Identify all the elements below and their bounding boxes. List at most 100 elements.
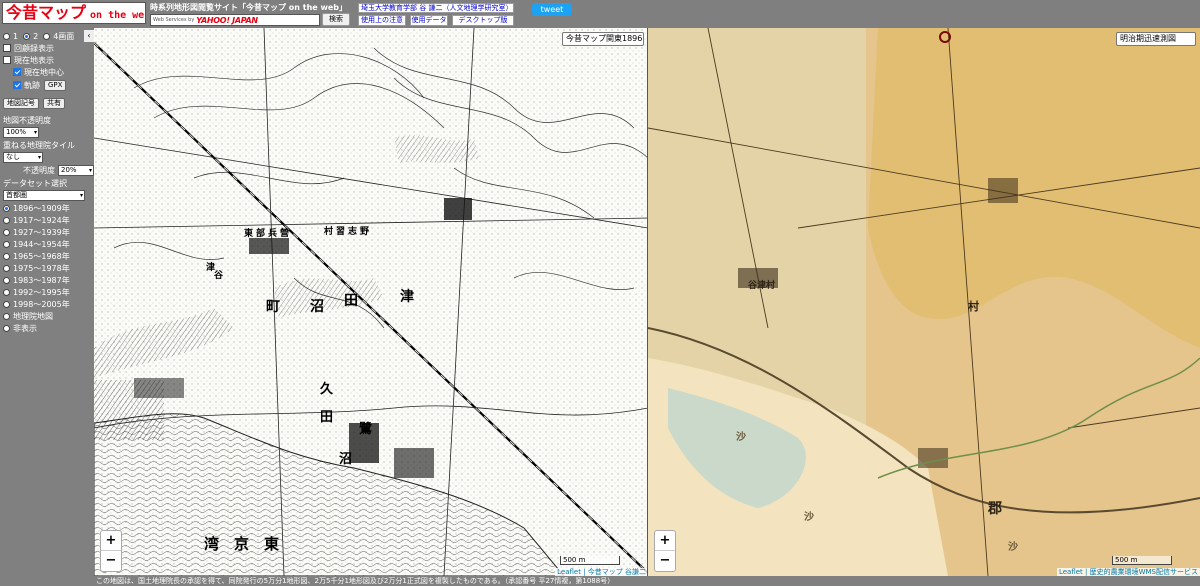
reclaimed-pier [94,380,164,440]
zoom-in-button[interactable]: + [101,531,121,551]
copyright-footer: この地図は、国土地理院長の承認を得て、同院発行の5万分1地形図、2万5千分1地形… [94,576,1200,586]
yahoo-credit-text: Web Services by [153,17,195,23]
map-label: 町 [266,299,280,315]
period-radio[interactable] [3,228,10,236]
screen-option-label: 1 [13,31,19,41]
zoom-out-button[interactable]: − [101,551,121,571]
overlay-tile-select[interactable]: なし ▾ [3,152,43,163]
overlay-opacity-label: 不透明度 [23,166,55,175]
screen-radio-4[interactable] [43,32,51,40]
button-row: 地図記号 共有 [3,95,94,111]
chevron-down-icon: ▾ [79,192,83,199]
period-radio[interactable] [3,204,10,212]
zoom-in-button[interactable]: + [655,531,675,551]
map-label: 東 [264,535,280,553]
map-pane-right[interactable]: 沙 沙 沙 郡 村 谷津村 明治期迅速測図 + − 500 m Leaflet … [648,28,1200,576]
map-label: 習 [336,227,346,237]
period-option[interactable]: 1983～1987年 [3,274,94,286]
dataset-row: 首都圏 ▾ [3,189,94,202]
historic-topo-map [94,28,648,576]
period-option[interactable]: 1998～2005年 [3,298,94,310]
dataset-select[interactable]: 首都圏 ▾ [3,190,85,201]
search-button[interactable]: 検索 [322,13,350,26]
overlay-opacity-select[interactable]: 20% ▾ [58,165,94,176]
right-scale-bar: 500 m [1112,556,1172,565]
current-location-checkbox[interactable] [3,56,11,64]
site-logo[interactable]: 今昔マップ on the web [2,2,146,24]
tweet-button[interactable]: tweet [532,3,572,16]
period-option[interactable]: 1944～1954年 [3,238,94,250]
period-option[interactable]: 1965～1968年 [3,250,94,262]
period-label: 1944～1954年 [13,239,70,249]
period-label: 1965～1968年 [13,251,70,261]
period-radio[interactable] [3,276,10,284]
chevron-down-icon: ▾ [88,167,92,174]
sidebar-collapse-button[interactable]: ‹ [84,30,94,42]
period-radio[interactable] [3,288,10,296]
map-label: 田 [344,293,358,309]
usage-notes-button[interactable]: 使用上の注意 [358,15,406,26]
check-row: 現在地中心 [3,66,94,78]
map-label: 京 [234,535,250,553]
period-label: 1998～2005年 [13,299,70,309]
place-search-input[interactable]: Web Services by YAHOO! JAPAN [150,14,320,26]
period-option[interactable]: 1896～1909年 [3,202,94,214]
yahoo-logo: YAHOO! JAPAN [196,15,258,25]
map-label: 津 [400,289,414,305]
period-radio[interactable] [3,300,10,308]
app-root: 今昔マップ on the web 時系列地形図閲覧サイト「今昔マップ on the… [0,0,1200,586]
map-divider [647,28,648,576]
period-option[interactable]: 1927～1939年 [3,226,94,238]
map-legend-button[interactable]: 地図記号 [3,97,39,109]
period-radio[interactable] [3,252,10,260]
map-label: 東 [244,229,254,239]
period-radio[interactable] [3,240,10,248]
period-option[interactable]: 地理院地図 [3,310,94,322]
right-layer-select[interactable]: 明治期迅速測図 [1116,32,1196,46]
map-label: 鷺 [359,422,373,437]
overlay-opacity-row: 不透明度 20% ▾ [3,164,94,177]
period-label: 1917～1924年 [13,215,70,225]
rapid-survey-map [648,28,1200,576]
center-on-location-checkbox[interactable] [13,68,21,76]
map-pane-left[interactable]: 東 京 湾 津 田 沼 町 谷 津 久 田 鷺 沼 東 部 兵 營 村 習 志 … [94,28,648,576]
overlay-opacity-value: 20% [61,166,77,174]
period-option[interactable]: 非表示 [3,322,94,334]
map-label: 部 [256,229,266,239]
period-radio[interactable] [3,264,10,272]
share-button[interactable]: 共有 [43,97,65,109]
chevron-down-icon: ▾ [37,154,41,161]
author-link[interactable]: 埼玉大学教育学部 谷 謙二（人文地理学研究室） [358,3,514,13]
period-list: 1896～1909年 1917～1924年 1927～1939年 1944～1954年… [3,202,94,334]
screen-radio-1[interactable] [3,32,10,40]
memoir-checkbox[interactable] [3,44,11,52]
current-location-label: 現在地表示 [14,55,54,65]
left-attribution[interactable]: Leaflet | 今昔マップ 谷謙二 [555,568,648,576]
map-opacity-select[interactable]: 100% ▾ [3,127,39,138]
data-sources-button[interactable]: 使用データ [410,15,448,26]
period-radio[interactable] [3,312,10,320]
left-zoom-control: + − [100,530,122,572]
period-option[interactable]: 1975～1978年 [3,262,94,274]
period-option[interactable]: 1992～1995年 [3,286,94,298]
zoom-out-button[interactable]: − [655,551,675,571]
period-label: 地理院地図 [13,311,53,321]
map-label: 志 [348,227,358,237]
map-label: 營 [280,229,290,239]
memoir-label: 回顧録表示 [14,43,54,53]
period-label: 1896～1909年 [13,203,70,213]
period-radio[interactable] [3,324,10,332]
desktop-version-button[interactable]: デスクトップ版 [452,15,514,26]
track-checkbox[interactable] [13,81,21,89]
left-layer-select[interactable]: 今昔マップ関東1896 [562,32,644,46]
control-sidebar: 1 2 4画面 回顧録表示 現在地表示 現在地中心 軌跡 GPX 地図記号 共有… [0,28,94,576]
map-label: 沙 [1008,542,1018,553]
period-radio[interactable] [3,216,10,224]
screen-radio-2[interactable] [23,32,31,40]
map-label: 沼 [339,452,353,467]
gpx-button[interactable]: GPX [44,79,67,91]
period-option[interactable]: 1917～1924年 [3,214,94,226]
map-label: 津 [206,263,216,273]
right-attribution[interactable]: Leaflet | 歴史的農業環境WMS配信サービス [1056,568,1200,576]
logo-main-text: 今昔マップ [6,3,87,22]
